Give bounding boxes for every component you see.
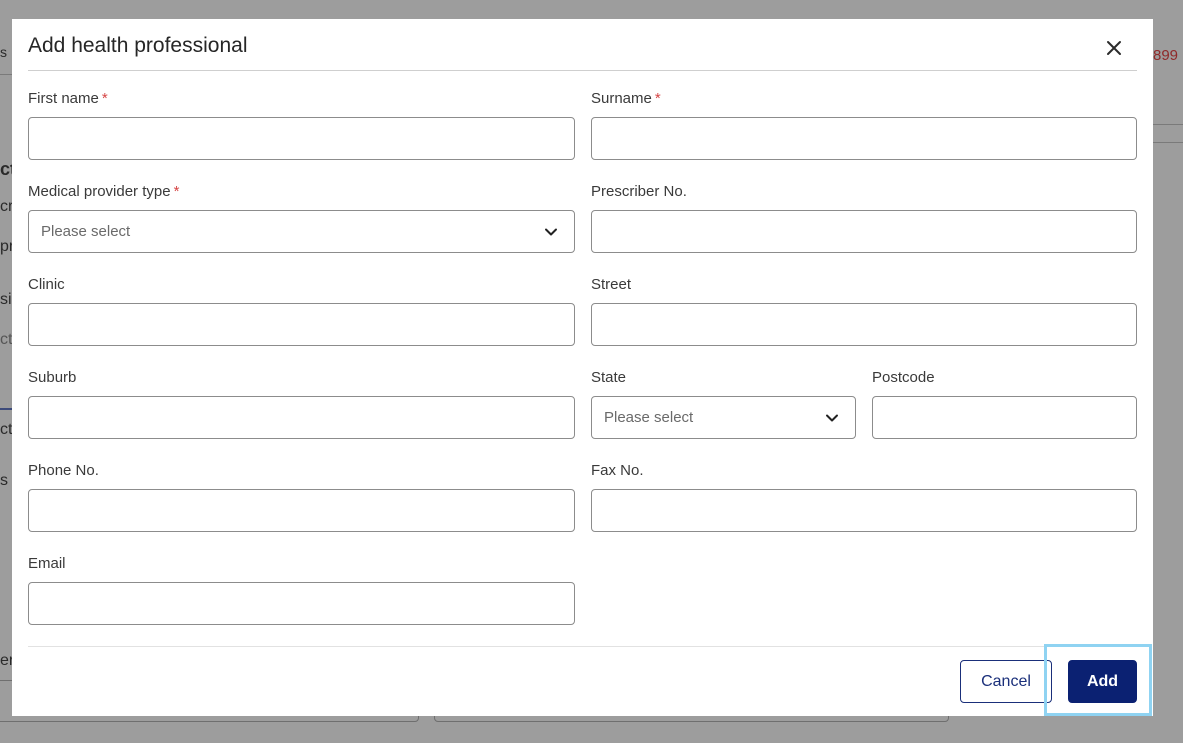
postcode-label: Postcode (872, 369, 935, 386)
fax-input[interactable] (591, 489, 1137, 532)
bg-red-number: 899 (1153, 47, 1179, 64)
prescriber-no-label: Prescriber No. (591, 183, 687, 200)
dialog-header: Add health professional (28, 19, 1137, 71)
provider-type-label: Medical provider type * (28, 183, 180, 200)
suburb-input[interactable] (28, 396, 575, 439)
email-label: Email (28, 555, 66, 572)
provider-type-select[interactable]: Please select (28, 210, 575, 253)
footer-divider (28, 646, 1137, 647)
required-marker: * (654, 90, 661, 107)
cancel-button[interactable]: Cancel (960, 660, 1052, 703)
add-button[interactable]: Add (1068, 660, 1137, 703)
suburb-label: Suburb (28, 369, 77, 386)
bg-fragment: si (0, 291, 12, 308)
bg-fragment: ct (0, 331, 13, 348)
bg-divider (0, 408, 12, 410)
state-label: State (591, 369, 627, 386)
first-name-label: First name * (28, 90, 108, 107)
close-button[interactable] (1103, 37, 1125, 59)
bg-divider (1153, 124, 1183, 125)
bg-divider (1153, 142, 1183, 143)
required-marker: * (173, 183, 180, 200)
postcode-input[interactable] (872, 396, 1137, 439)
clinic-input[interactable] (28, 303, 575, 346)
clinic-label: Clinic (28, 276, 65, 293)
add-health-professional-dialog: Add health professional First name * Surn… (12, 19, 1153, 716)
state-select[interactable]: Please select (591, 396, 856, 439)
bg-fragment: s (0, 44, 7, 60)
required-marker: * (101, 90, 108, 107)
bg-fragment: s (0, 472, 8, 489)
email-input[interactable] (28, 582, 575, 625)
street-input[interactable] (591, 303, 1137, 346)
provider-type-value: Please select (41, 223, 131, 240)
close-icon (1107, 41, 1121, 55)
state-value: Please select (604, 409, 694, 426)
prescriber-no-input[interactable] (591, 210, 1137, 253)
street-label: Street (591, 276, 632, 293)
bg-fragment: ct (0, 421, 13, 438)
bg-divider (0, 74, 12, 75)
phone-input[interactable] (28, 489, 575, 532)
surname-label: Surname * (591, 90, 661, 107)
first-name-input[interactable] (28, 117, 575, 160)
chevron-down-icon (545, 228, 557, 236)
surname-input[interactable] (591, 117, 1137, 160)
chevron-down-icon (826, 414, 838, 422)
fax-label: Fax No. (591, 462, 644, 479)
phone-label: Phone No. (28, 462, 99, 479)
dialog-title: Add health professional (28, 34, 248, 57)
